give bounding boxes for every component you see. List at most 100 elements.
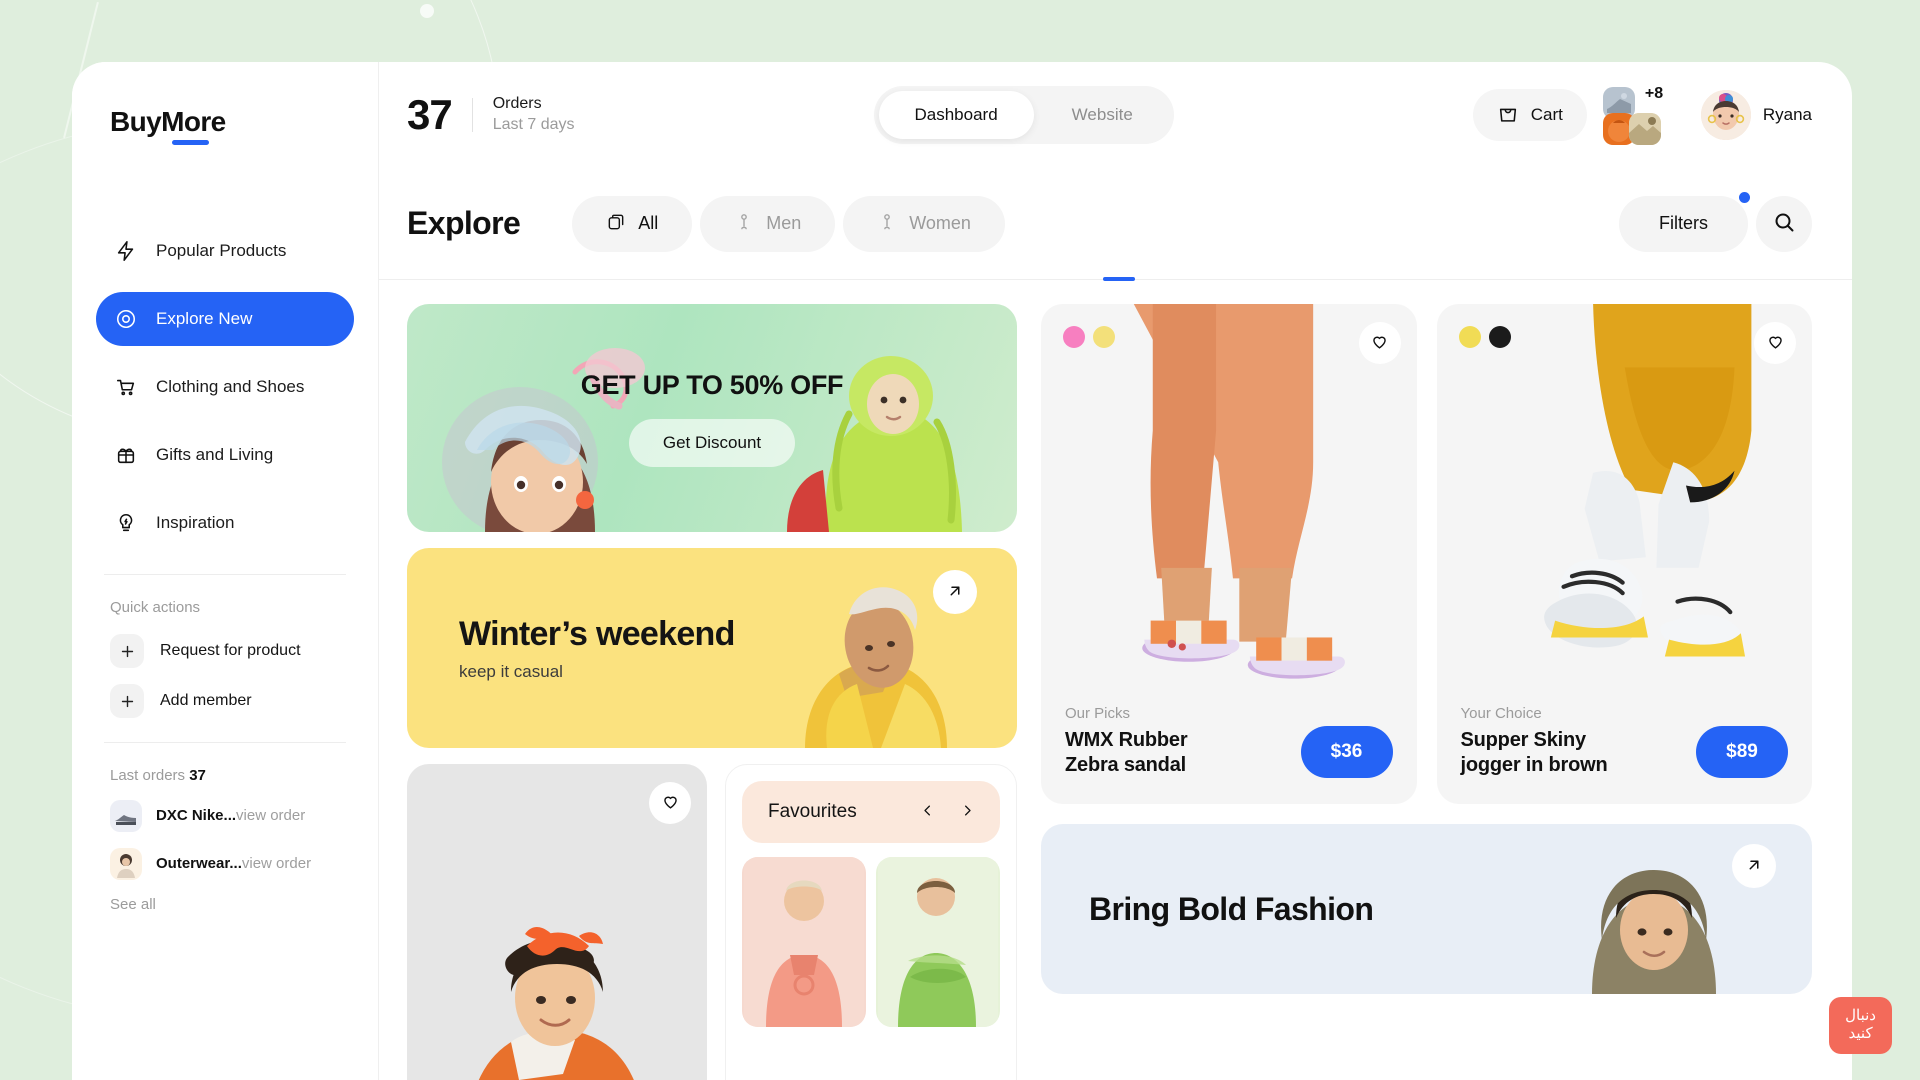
product-price-button[interactable]: $89 <box>1696 726 1788 778</box>
favourite-button[interactable] <box>1754 322 1796 364</box>
sidebar-item-gifts-and-living[interactable]: Gifts and Living <box>96 428 354 482</box>
promo-open-button[interactable] <box>933 570 977 614</box>
product-price-button[interactable]: $36 <box>1300 726 1393 778</box>
tab-label: Women <box>909 213 971 233</box>
sidebar-item-popular-products[interactable]: Popular Products <box>96 224 354 278</box>
product-footer: Your Choice Supper Skiny jogger in brown… <box>1437 705 1813 804</box>
right-column: Our Picks WMX Rubber Zebra sandal $36 Yo… <box>1041 304 1812 1080</box>
member-thumbnails[interactable]: +8 <box>1602 85 1677 145</box>
person-icon <box>734 212 754 235</box>
quick-action-label: Add member <box>160 692 252 709</box>
top-bar-right: Cart +8 Ryana <box>1472 85 1812 145</box>
heart-icon <box>661 792 680 814</box>
product-title-line-2: jogger in brown <box>1460 754 1608 776</box>
sidebar-item-clothing-and-shoes[interactable]: Clothing and Shoes <box>96 360 354 414</box>
bold-banner-open-button[interactable] <box>1732 844 1776 888</box>
product-image <box>1437 304 1813 705</box>
search-icon <box>1772 210 1796 237</box>
cart-button[interactable]: Cart <box>1472 89 1587 141</box>
see-all-orders-link[interactable]: See all <box>110 896 378 913</box>
color-swatches[interactable] <box>1063 326 1115 348</box>
product-category: Your Choice <box>1460 705 1542 722</box>
tab-dashboard[interactable]: Dashboard <box>878 91 1034 139</box>
target-icon <box>114 307 138 331</box>
favourites-title: Favourites <box>768 801 857 822</box>
favourite-button[interactable] <box>649 782 691 824</box>
tab-women[interactable]: Women <box>843 195 1005 252</box>
color-swatch[interactable] <box>1093 326 1115 348</box>
plus-icon <box>110 634 144 668</box>
promo-headline: GET UP TO 50% OFF <box>580 369 844 400</box>
app-logo[interactable]: BuyMore <box>110 106 226 145</box>
page-title: Explore <box>407 205 521 241</box>
sidebar-item-label: Inspiration <box>156 513 235 532</box>
quick-action-label: Request for product <box>160 642 301 659</box>
thumbnail-3 <box>1628 113 1661 145</box>
sidebar-item-label: Explore New <box>156 309 253 328</box>
tab-men[interactable]: Men <box>700 195 836 252</box>
sidebar-item-label: Popular Products <box>156 241 287 260</box>
get-discount-button[interactable]: Get Discount <box>628 418 796 467</box>
avatar <box>1700 90 1751 140</box>
filters-button[interactable]: Filters <box>1619 195 1748 252</box>
kpi-subtitle: Last 7 days <box>492 116 575 133</box>
product-card[interactable]: Our Picks WMX Rubber Zebra sandal $36 <box>1041 304 1417 804</box>
order-action[interactable]: view order <box>242 855 311 872</box>
color-swatch[interactable] <box>1458 326 1481 348</box>
quick-actions-label: Quick actions <box>110 599 201 616</box>
last-orders-count: 37 <box>189 767 206 784</box>
order-title: DXC Nike...view order <box>156 807 305 825</box>
order-list-item[interactable]: DXC Nike...view order <box>110 800 378 832</box>
color-swatch[interactable] <box>1488 326 1511 348</box>
sidebar-item-label: Clothing and Shoes <box>156 377 305 396</box>
favourites-prev-button[interactable] <box>910 795 944 829</box>
order-action[interactable]: view order <box>236 807 305 824</box>
product-cards-row: Our Picks WMX Rubber Zebra sandal $36 Yo… <box>1041 304 1812 804</box>
sidebar-item-inspiration[interactable]: Inspiration <box>96 496 354 550</box>
order-list-item[interactable]: Outerwear...view order <box>110 848 378 880</box>
product-info: Your Choice Supper Skiny jogger in brown <box>1461 705 1608 778</box>
promo-banner-discount[interactable]: GET UP TO 50% OFF Get Discount <box>407 304 1017 532</box>
logo-text: BuyMore <box>110 106 226 137</box>
favourite-item[interactable] <box>876 857 1000 1027</box>
favourite-button[interactable] <box>1358 322 1401 364</box>
product-title: Supper Skiny jogger in brown <box>1461 728 1608 778</box>
kpi-text: Orders Last 7 days <box>493 94 575 136</box>
promo-banner-winter[interactable]: Winter’s weekend keep it casual <box>407 548 1017 748</box>
layers-icon <box>606 212 626 235</box>
tab-website[interactable]: Website <box>1036 91 1169 139</box>
product-card-featured[interactable] <box>407 764 707 1080</box>
tab-all[interactable]: All <box>572 195 693 252</box>
quick-action-add-member[interactable]: Add member <box>110 684 378 718</box>
favourites-next-button[interactable] <box>950 795 984 829</box>
order-title: Outerwear...view order <box>156 855 311 873</box>
sidebar-item-explore-new[interactable]: Explore New <box>96 292 354 346</box>
promo-yellow-content: Winter’s weekend keep it casual <box>459 615 735 682</box>
color-swatch[interactable] <box>1063 326 1085 348</box>
promo-subtitle: keep it casual <box>459 661 563 681</box>
favourites-nav <box>910 795 984 829</box>
favourite-item[interactable] <box>742 857 866 1027</box>
cart-label: Cart <box>1530 105 1563 124</box>
bold-banner-title: Bring Bold Fashion <box>1089 890 1374 927</box>
product-card[interactable]: Your Choice Supper Skiny jogger in brown… <box>1436 304 1813 804</box>
color-swatches[interactable] <box>1458 326 1511 348</box>
category-tabs: All Men Women <box>572 195 1005 252</box>
search-button[interactable] <box>1756 195 1812 252</box>
favourites-grid <box>742 857 1000 1027</box>
order-name: Outerwear... <box>156 855 242 872</box>
sidebar-nav: Popular Products Explore New Clothing an… <box>72 224 378 550</box>
explore-tools: Filters <box>1619 191 1812 252</box>
app-window: BuyMore Popular Products Explore New Clo… <box>72 62 1852 1080</box>
user-menu[interactable]: Ryana <box>1700 90 1812 140</box>
orders-kpi: 37 Orders Last 7 days <box>407 91 575 139</box>
favourites-card: Favourites <box>725 764 1017 1080</box>
explore-bar: Explore All Men Women Filters <box>379 168 1852 281</box>
tab-label: Men <box>766 213 802 233</box>
promo-banner-bold-fashion[interactable]: Bring Bold Fashion <box>1041 824 1812 994</box>
watermark-badge: دنبال کنید <box>1829 996 1892 1054</box>
heart-icon <box>1766 332 1785 354</box>
last-orders-label: Last orders 37 <box>110 767 378 784</box>
quick-action-request-for-product[interactable]: Request for product <box>110 634 378 668</box>
product-title-line-1: WMX Rubber <box>1065 729 1188 751</box>
